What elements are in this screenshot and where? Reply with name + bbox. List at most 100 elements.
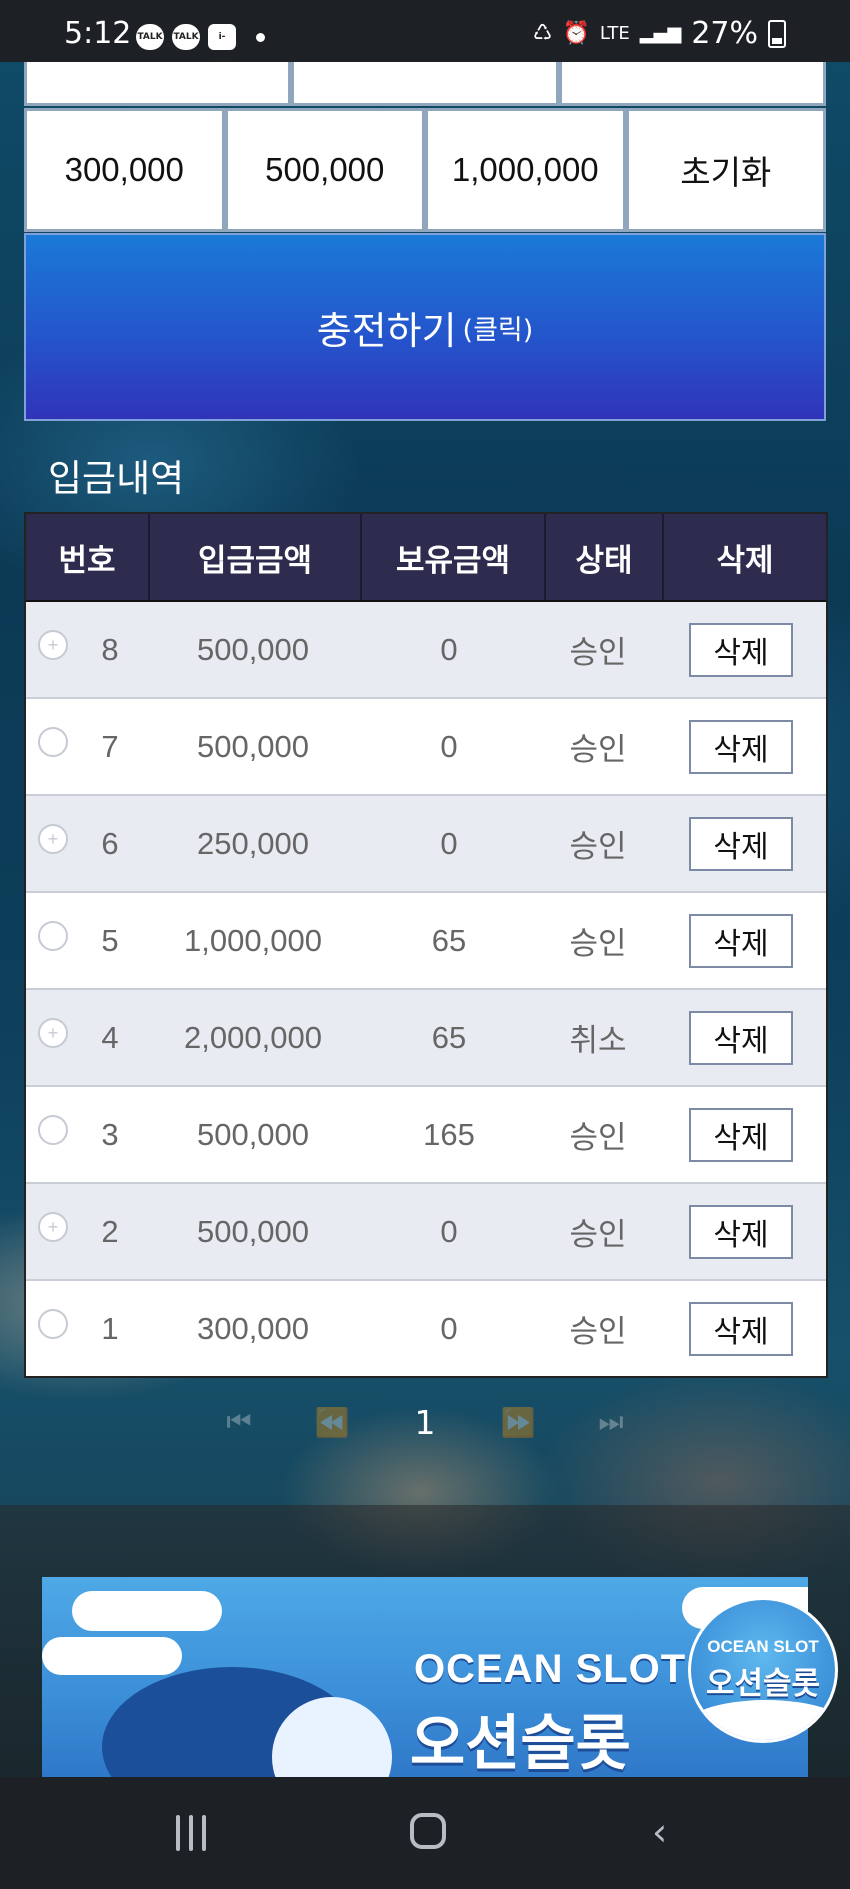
column-header-delete: 삭제: [716, 542, 774, 579]
amount-button-partial[interactable]: [558, 62, 826, 106]
pagination: ⏮ ⏪ 1 ⏩ ⏭: [0, 1392, 850, 1452]
status-text: 승인: [569, 1314, 627, 1350]
deposit-amount: 1,000,000: [184, 922, 322, 958]
status-text: 승인: [569, 829, 627, 865]
back-icon[interactable]: ‹: [652, 1813, 667, 1851]
expand-plus-icon[interactable]: +: [38, 1017, 68, 1048]
status-time: 5:12: [64, 16, 132, 51]
wave-shape: [691, 1700, 835, 1740]
delete-button[interactable]: 삭제: [689, 1107, 793, 1162]
status-text: 승인: [569, 1217, 627, 1253]
status-text: 승인: [569, 635, 627, 671]
recent-apps-icon[interactable]: [176, 1815, 206, 1851]
banner-title-ko: 오션슬롯: [410, 1709, 631, 1777]
row-number: 3: [101, 1116, 119, 1152]
home-icon[interactable]: [410, 1813, 446, 1849]
held-amount: 65: [431, 922, 467, 958]
column-header-deposit: 입금금액: [150, 514, 362, 600]
delete-button[interactable]: 삭제: [689, 1204, 793, 1259]
amount-buttons-row: 300,000 500,000 1,000,000 초기화: [24, 108, 826, 232]
deposit-history-table: 번호 입금금액 보유금액 상태 삭제 +8 500,000 0 승인 삭제 7 500,00…: [24, 512, 828, 1378]
more-notifications-dot-icon: [256, 33, 265, 42]
held-amount: 0: [440, 728, 458, 764]
expand-plus-icon[interactable]: +: [38, 823, 68, 854]
row-number: 8: [101, 631, 119, 667]
delete-button[interactable]: 삭제: [689, 1010, 793, 1065]
amount-500000-button[interactable]: 500,000: [224, 108, 425, 232]
status-bar: 5:12 TALK TALK i-ONE ♺ ⏰ LTE ▂▄▆ 27%: [0, 0, 850, 68]
select-radio[interactable]: [38, 920, 68, 951]
held-amount: 0: [440, 631, 458, 667]
deposit-amount: 500,000: [196, 631, 310, 667]
signal-icon: ▂▄▆: [639, 23, 682, 44]
delete-button[interactable]: 삭제: [689, 816, 793, 871]
held-amount: 165: [423, 1116, 475, 1152]
ocean-slot-logo-badge: OCEAN SLOT 오션슬롯: [688, 1597, 838, 1743]
status-icons: ♺ ⏰ LTE ▂▄▆ 27%: [533, 16, 786, 51]
status-text: 승인: [569, 1120, 627, 1156]
table-row: +8 500,000 0 승인 삭제: [26, 602, 826, 699]
badge-title-en: OCEAN SLOT: [707, 1637, 819, 1656]
charge-button[interactable]: 충전하기 (클릭): [24, 233, 826, 421]
row-number: 7: [101, 728, 119, 764]
delete-button[interactable]: 삭제: [689, 913, 793, 968]
current-page[interactable]: 1: [379, 1403, 472, 1442]
deposit-amount: 500,000: [196, 1116, 310, 1152]
cloud-shape: [42, 1637, 182, 1675]
cloud-shape: [72, 1591, 222, 1631]
badge-title-ko: 오션슬롯: [705, 1666, 821, 1702]
row-number: 2: [101, 1213, 119, 1249]
held-amount: 0: [440, 825, 458, 861]
table-row: +2 500,000 0 승인 삭제: [26, 1184, 826, 1281]
select-radio[interactable]: [38, 1308, 68, 1339]
select-radio[interactable]: [38, 726, 68, 757]
row-number: 6: [101, 825, 119, 861]
amount-1000000-button[interactable]: 1,000,000: [425, 108, 626, 232]
deposit-amount: 250,000: [196, 825, 310, 861]
last-page-icon[interactable]: ⏭: [565, 1405, 658, 1439]
status-text: 승인: [569, 926, 627, 962]
kakaotalk-notification-icon: TALK: [136, 24, 164, 50]
deposit-amount: 500,000: [196, 728, 310, 764]
deposit-history-title: 입금내역: [48, 457, 185, 500]
amount-button-partial[interactable]: [24, 62, 292, 106]
bank-app-notification-icon: i-ONE: [208, 24, 236, 68]
delete-button[interactable]: 삭제: [689, 1301, 793, 1356]
banner-title-en: OCEAN SLOT: [414, 1647, 687, 1691]
delete-button[interactable]: 삭제: [689, 719, 793, 774]
charge-button-label: 충전하기: [316, 308, 457, 353]
table-row: 5 1,000,000 65 승인 삭제: [26, 893, 826, 990]
column-header-held: 보유금액: [362, 514, 546, 600]
deposit-amount: 300,000: [196, 1310, 310, 1346]
table-row: +6 250,000 0 승인 삭제: [26, 796, 826, 893]
previous-page-icon[interactable]: ⏪: [286, 1406, 379, 1439]
table-row: 7 500,000 0 승인 삭제: [26, 699, 826, 796]
table-row: 3 500,000 165 승인 삭제: [26, 1087, 826, 1184]
alarm-icon: ⏰: [562, 21, 590, 46]
recycle-icon: ♺: [532, 21, 553, 46]
battery-icon: [768, 19, 786, 48]
status-text: 승인: [569, 732, 627, 768]
amount-button-partial[interactable]: [291, 62, 559, 106]
next-page-icon[interactable]: ⏩: [472, 1406, 565, 1439]
held-amount: 0: [440, 1213, 458, 1249]
table-body: +8 500,000 0 승인 삭제 7 500,000 0 승인 삭제 +6 250,000 0 승인 삭…: [26, 602, 826, 1376]
kakaotalk-notification-icon: TALK: [172, 24, 200, 50]
amount-300000-button[interactable]: 300,000: [24, 108, 225, 232]
charge-button-sublabel: (클릭): [462, 314, 534, 346]
battery-percent: 27%: [691, 16, 758, 51]
held-amount: 0: [440, 1310, 458, 1346]
table-row: +4 2,000,000 65 취소 삭제: [26, 990, 826, 1087]
expand-plus-icon[interactable]: +: [38, 629, 68, 660]
system-navigation-bar: ‹: [0, 1777, 850, 1889]
row-number: 4: [101, 1019, 119, 1055]
column-header-status: 상태: [546, 514, 664, 600]
row-number: 5: [101, 922, 119, 958]
deposit-amount: 2,000,000: [184, 1019, 322, 1055]
expand-plus-icon[interactable]: +: [38, 1211, 68, 1242]
status-text: 취소: [569, 1023, 627, 1059]
reset-button[interactable]: 초기화: [625, 108, 826, 232]
delete-button[interactable]: 삭제: [689, 622, 793, 677]
first-page-icon[interactable]: ⏮: [193, 1405, 286, 1439]
select-radio[interactable]: [38, 1114, 68, 1145]
